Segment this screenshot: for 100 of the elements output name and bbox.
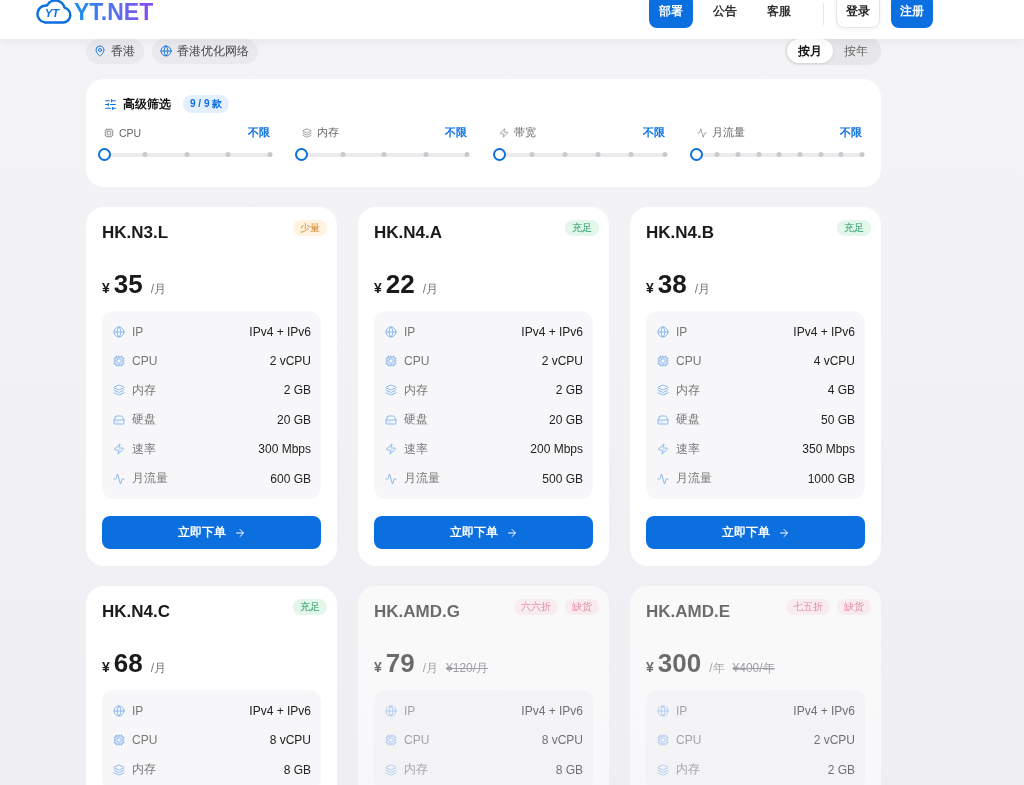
status-tag: 少量 <box>293 220 327 236</box>
plan-name: HK.N3.L <box>102 222 169 244</box>
spec-value: 20 GB <box>276 412 311 427</box>
pulse-icon <box>657 472 669 485</box>
spec-value: 8 GB <box>283 762 311 777</box>
spec-label: IP <box>404 704 416 719</box>
spec-value: 2 GB <box>827 762 855 777</box>
currency-symbol: ¥ <box>374 659 382 676</box>
price: 68 <box>113 647 143 680</box>
currency-symbol: ¥ <box>646 659 654 676</box>
original-price: ¥400/年 <box>732 660 775 678</box>
spec-label: 速率 <box>132 440 156 458</box>
status-tag: 充足 <box>565 220 599 236</box>
layers-icon <box>113 384 125 397</box>
filter-label: 月流量 <box>711 126 745 140</box>
tick-mark <box>562 152 568 157</box>
globe-icon <box>113 705 125 718</box>
spec-label: 内存 <box>404 381 428 399</box>
spec-label: 月流量 <box>132 470 168 488</box>
spec-label: IP <box>676 324 688 339</box>
status-tag: 缺货 <box>837 599 871 616</box>
spec-label: 内存 <box>676 381 700 399</box>
spec-label: CPU <box>404 354 430 369</box>
tick-mark <box>464 152 470 157</box>
spec-value: 350 Mbps <box>802 442 855 457</box>
order-button[interactable]: 立即下单 <box>374 516 593 550</box>
tick-mark <box>340 152 346 157</box>
register-button[interactable]: 注册 <box>891 0 933 28</box>
spec-value: IPv4 + IPv6 <box>793 324 855 339</box>
arrow-right-icon <box>777 526 790 539</box>
location-chip[interactable]: 香港优化网络 <box>152 38 258 64</box>
price: 22 <box>385 268 415 300</box>
nav-tab[interactable]: 部署 <box>649 0 693 28</box>
chip-icon <box>104 128 114 138</box>
price-period: /月 <box>694 281 711 298</box>
billing-option[interactable]: 按月 <box>787 39 833 63</box>
layers-icon <box>385 384 397 397</box>
arrow-right-icon <box>505 526 518 539</box>
status-tag: 缺货 <box>565 599 599 616</box>
order-button[interactable]: 立即下单 <box>102 516 321 550</box>
slider-thumb[interactable] <box>97 148 111 161</box>
spec-label: 速率 <box>404 440 428 458</box>
slider-thumb[interactable] <box>295 148 308 161</box>
price: 35 <box>113 268 143 300</box>
tick-mark <box>184 152 190 157</box>
billing-option[interactable]: 按年 <box>833 39 879 63</box>
logo-mark: YT <box>45 7 60 19</box>
price-period: /月 <box>422 660 439 678</box>
pulse-icon <box>385 472 397 485</box>
login-button[interactable]: 登录 <box>836 0 880 28</box>
spec-label: 硬盘 <box>404 411 428 429</box>
globe-icon <box>657 325 669 338</box>
lightning-icon <box>657 443 669 456</box>
filter-label: 带宽 <box>514 126 536 140</box>
tick-mark <box>714 152 720 157</box>
spec-value: 8 vCPU <box>269 733 311 748</box>
hard-drive-icon <box>657 413 669 426</box>
tick-mark <box>756 152 762 157</box>
filter-value: 不限 <box>642 126 665 140</box>
spec-label: CPU <box>676 733 702 748</box>
tick-mark <box>662 152 667 157</box>
currency-symbol: ¥ <box>374 280 382 296</box>
tick-mark <box>381 152 387 157</box>
globe-icon <box>657 705 669 718</box>
spec-label: 硬盘 <box>676 411 700 429</box>
spec-label: IP <box>132 704 144 719</box>
layers-icon <box>657 384 669 397</box>
slider-thumb[interactable] <box>690 148 703 161</box>
plan-name: HK.N4.A <box>374 222 442 244</box>
spec-label: 内存 <box>404 761 428 779</box>
spec-label: CPU <box>132 733 158 748</box>
layers-icon <box>113 763 125 776</box>
cloud-icon <box>36 0 72 24</box>
spec-label: 月流量 <box>676 470 712 488</box>
spec-label: CPU <box>404 733 430 748</box>
tick-mark <box>859 152 865 157</box>
layers-icon <box>657 763 669 776</box>
price-period: /月 <box>422 281 439 298</box>
nav-tab[interactable]: 客服 <box>757 0 801 28</box>
order-button[interactable]: 立即下单 <box>646 516 865 550</box>
tick-mark <box>267 152 272 157</box>
chip-icon <box>113 734 125 747</box>
globe-icon <box>385 325 397 338</box>
tick-mark <box>818 152 824 157</box>
location-chip[interactable]: 香港 <box>86 38 144 64</box>
nav-tab[interactable]: 公告 <box>703 0 747 28</box>
spec-value: 2 vCPU <box>813 733 855 748</box>
chip-icon <box>385 734 397 747</box>
spec-label: IP <box>404 324 416 339</box>
price: 300 <box>657 647 702 680</box>
price: 38 <box>657 268 687 300</box>
spec-value: 2 GB <box>555 383 583 398</box>
slider-thumb[interactable] <box>492 148 506 161</box>
price-period: /月 <box>150 660 167 678</box>
spec-value: 2 GB <box>283 383 311 398</box>
filter-value: 不限 <box>247 126 270 140</box>
tick-mark <box>423 152 429 157</box>
spec-value: IPv4 + IPv6 <box>249 704 311 719</box>
currency-symbol: ¥ <box>102 659 110 676</box>
spec-value: 600 GB <box>270 471 311 486</box>
